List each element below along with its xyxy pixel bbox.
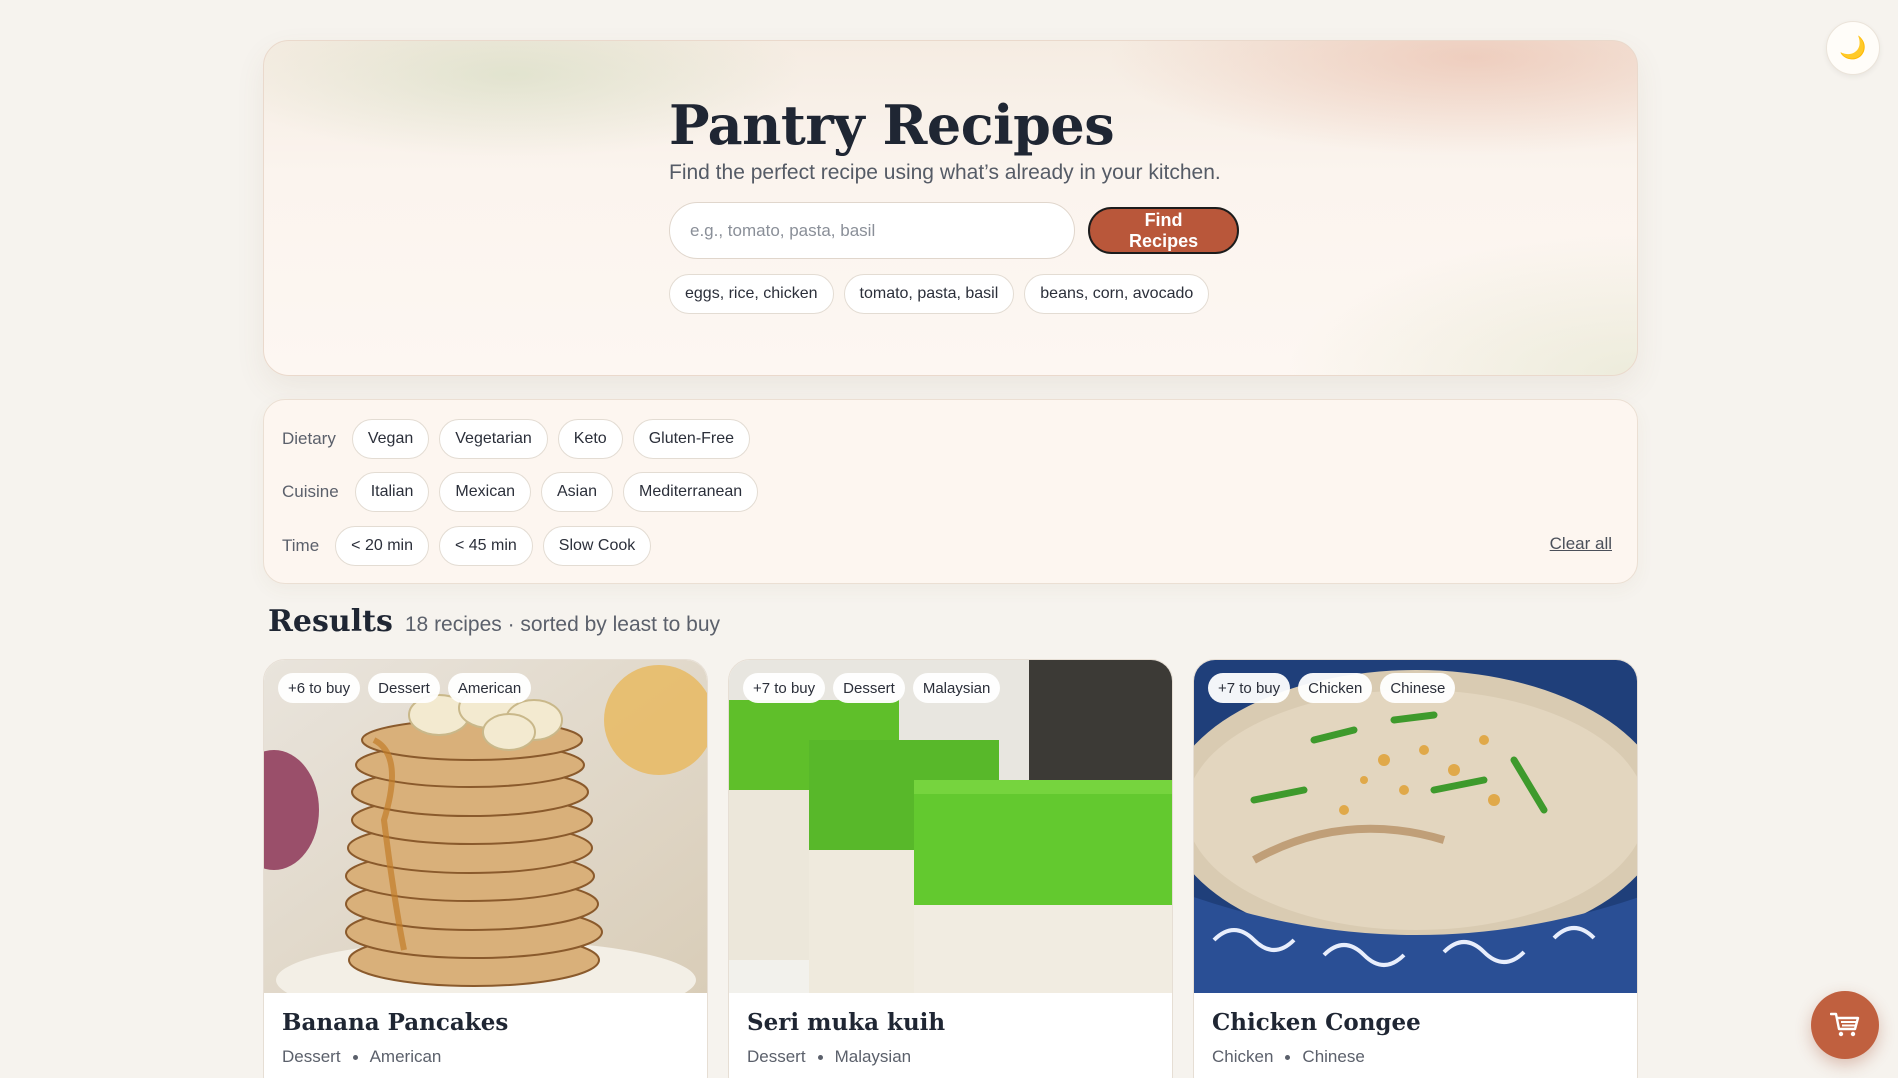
- to-buy-badge: +7 to buy: [1208, 673, 1291, 703]
- clear-all-link[interactable]: Clear all: [1550, 534, 1612, 554]
- filter-chip-asian[interactable]: Asian: [540, 472, 614, 512]
- recipe-category: Chicken: [1212, 1047, 1274, 1066]
- hero-panel: Pantry Recipes Find the perfect recipe u…: [263, 40, 1638, 376]
- recipe-category: Dessert: [282, 1047, 341, 1066]
- recipe-image: +6 to buy Dessert American: [264, 660, 707, 993]
- filter-label-time: Time: [282, 536, 320, 555]
- category-badge: Dessert: [368, 673, 440, 703]
- results-header: Results 18 recipes · sorted by least to …: [268, 604, 720, 639]
- recipe-badges: +7 to buy Dessert Malaysian: [743, 673, 1001, 703]
- separator-dot: [352, 1054, 358, 1060]
- to-buy-badge: +6 to buy: [278, 673, 361, 703]
- results-title: Results: [268, 604, 393, 639]
- category-badge: Chicken: [1298, 673, 1373, 703]
- recipe-title: Seri muka kuih: [747, 1009, 946, 1036]
- category-badge: Dessert: [833, 673, 905, 703]
- recipe-cuisine: Malaysian: [834, 1047, 912, 1066]
- filter-row-time: Time < 20 min < 45 min Slow Cook: [282, 526, 652, 566]
- filter-label-cuisine: Cuisine: [282, 482, 339, 501]
- recipe-badges: +7 to buy Chicken Chinese: [1208, 673, 1456, 703]
- recipe-cuisine: American: [369, 1047, 442, 1066]
- filter-chip-slow-cook[interactable]: Slow Cook: [542, 526, 652, 566]
- separator-dot: [1285, 1054, 1291, 1060]
- suggestion-chip[interactable]: eggs, rice, chicken: [669, 274, 834, 315]
- kuih-image: [729, 660, 1172, 993]
- results-count: 18 recipes · sorted by least to buy: [404, 613, 721, 636]
- page-title: Pantry Recipes: [669, 93, 1115, 157]
- filter-chip-italian[interactable]: Italian: [354, 472, 430, 512]
- filter-row-dietary: Dietary Vegan Vegetarian Keto Gluten-Fre…: [282, 419, 751, 459]
- recipe-meta: Chicken Chinese: [1212, 1047, 1619, 1067]
- search-row: Find Recipes: [669, 202, 1239, 260]
- cuisine-badge: American: [447, 673, 532, 703]
- filter-chip-vegetarian[interactable]: Vegetarian: [439, 419, 548, 459]
- moon-icon: 🌙: [1839, 35, 1867, 60]
- filter-chip-mexican[interactable]: Mexican: [439, 472, 531, 512]
- recipe-card[interactable]: +7 to buy Dessert Malaysian Seri muka ku…: [728, 659, 1173, 1078]
- recipe-meta: Dessert American: [282, 1047, 689, 1067]
- recipe-title: Banana Pancakes: [282, 1009, 509, 1036]
- recipe-meta: Dessert Malaysian: [747, 1047, 1154, 1067]
- suggestion-chip[interactable]: beans, corn, avocado: [1024, 274, 1210, 315]
- separator-dot: [817, 1054, 823, 1060]
- filter-chip-gluten-free[interactable]: Gluten-Free: [632, 419, 751, 459]
- shopping-cart-button[interactable]: [1811, 991, 1879, 1059]
- find-recipes-button[interactable]: Find Recipes: [1088, 207, 1239, 255]
- theme-toggle-button[interactable]: 🌙: [1826, 21, 1880, 75]
- recipe-category: Dessert: [747, 1047, 806, 1066]
- pancakes-image: [264, 660, 707, 993]
- cuisine-badge: Chinese: [1380, 673, 1456, 703]
- suggestion-chips: eggs, rice, chicken tomato, pasta, basil…: [669, 274, 1239, 315]
- recipe-card[interactable]: +7 to buy Chicken Chinese Chicken Congee…: [1193, 659, 1638, 1078]
- filters-panel: Dietary Vegan Vegetarian Keto Gluten-Fre…: [263, 399, 1638, 584]
- recipe-image: +7 to buy Chicken Chinese: [1194, 660, 1637, 993]
- recipe-badges: +6 to buy Dessert American: [278, 673, 532, 703]
- filter-chip-mediterranean[interactable]: Mediterranean: [623, 472, 759, 512]
- recipe-card[interactable]: +6 to buy Dessert American Banana Pancak…: [263, 659, 708, 1078]
- recipe-image: +7 to buy Dessert Malaysian: [729, 660, 1172, 993]
- recipe-grid: +6 to buy Dessert American Banana Pancak…: [263, 659, 1638, 1078]
- ingredient-search-input[interactable]: [669, 202, 1076, 260]
- recipe-cuisine: Chinese: [1302, 1047, 1365, 1066]
- filter-chip-under-45-min[interactable]: < 45 min: [438, 526, 533, 566]
- cuisine-badge: Malaysian: [912, 673, 1001, 703]
- filter-row-cuisine: Cuisine Italian Mexican Asian Mediterran…: [282, 472, 759, 512]
- suggestion-chip[interactable]: tomato, pasta, basil: [843, 274, 1015, 315]
- cart-icon: [1830, 1012, 1860, 1037]
- filter-chip-vegan[interactable]: Vegan: [351, 419, 430, 459]
- filter-chip-under-20-min[interactable]: < 20 min: [335, 526, 429, 566]
- congee-image: [1194, 660, 1637, 993]
- filter-label-dietary: Dietary: [282, 429, 336, 448]
- page-subtitle: Find the perfect recipe using what’s alr…: [669, 161, 1221, 185]
- to-buy-badge: +7 to buy: [743, 673, 826, 703]
- recipe-title: Chicken Congee: [1212, 1009, 1421, 1036]
- filter-chip-keto[interactable]: Keto: [557, 419, 623, 459]
